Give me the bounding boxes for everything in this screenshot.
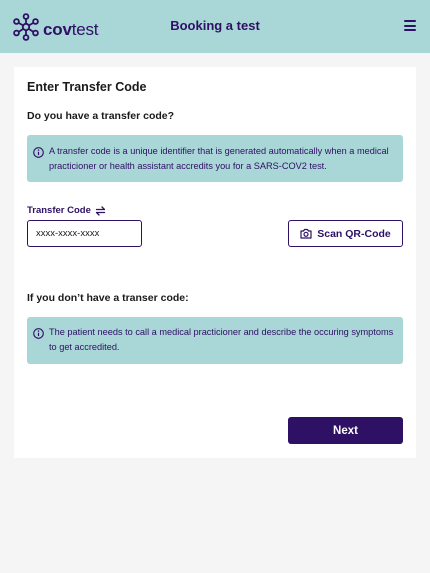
no-code-info-text: The patient needs to call a medical prac…: [49, 327, 394, 352]
no-code-info-box: The patient needs to call a medical prac…: [27, 317, 403, 364]
transfer-code-card: Enter Transfer Code Do you have a transf…: [14, 67, 416, 458]
camera-icon: [300, 228, 312, 239]
page-title: Booking a test: [170, 18, 260, 33]
transfer-code-info-text: A transfer code is a unique identifier t…: [49, 146, 389, 171]
transfer-code-question: Do you have a transfer code?: [27, 110, 175, 122]
transfer-code-input[interactable]: [27, 220, 142, 247]
info-icon: [33, 147, 44, 158]
hamburger-menu-icon[interactable]: [404, 20, 416, 31]
next-button[interactable]: Next: [288, 417, 403, 444]
app-header: covtest Booking a test: [0, 0, 430, 53]
transfer-code-info-box: A transfer code is a unique identifier t…: [27, 135, 403, 182]
info-icon: [33, 328, 44, 339]
card-title: Enter Transfer Code: [27, 80, 147, 94]
transfer-code-label-text: Transfer Code: [27, 205, 91, 216]
scan-qr-code-label: Scan QR-Code: [317, 227, 391, 240]
no-code-heading: If you don’t have a transer code:: [27, 292, 189, 304]
scan-qr-code-button[interactable]: Scan QR-Code: [288, 220, 403, 247]
transfer-code-label: Transfer Code: [27, 205, 106, 216]
swap-arrows-icon[interactable]: [95, 205, 106, 216]
